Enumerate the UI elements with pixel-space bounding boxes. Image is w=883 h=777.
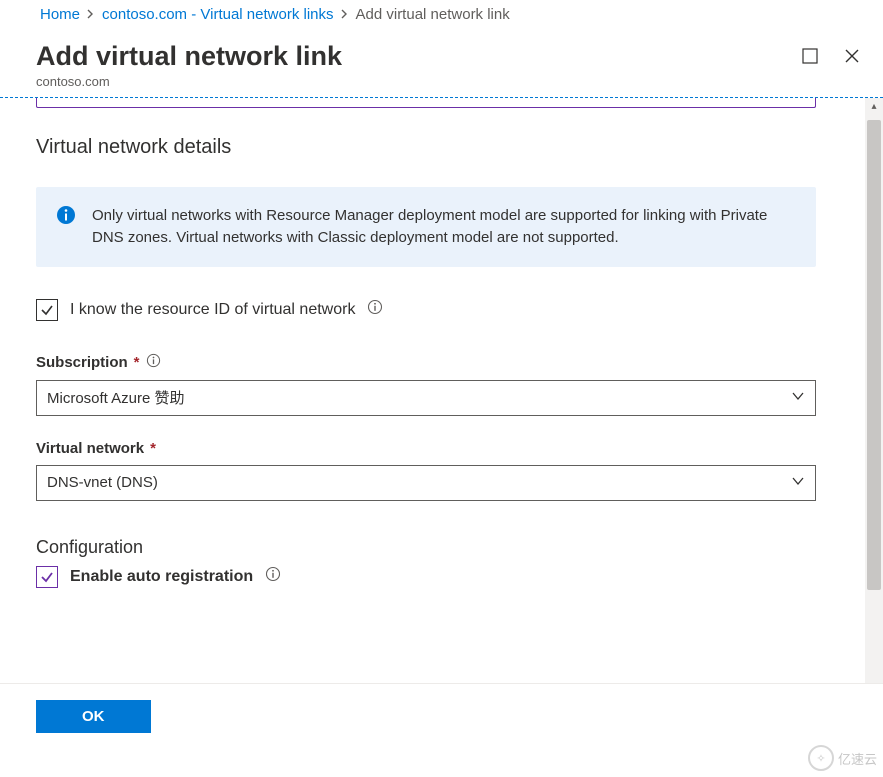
subscription-label: Subscription * [36,353,845,372]
close-icon [843,53,861,68]
breadcrumb-current: Add virtual network link [356,6,510,23]
help-icon[interactable] [146,353,161,372]
maximize-icon [801,53,819,68]
chevron-down-icon [791,389,805,407]
info-banner-text: Only virtual networks with Resource Mana… [92,207,767,246]
help-icon[interactable] [367,299,383,320]
page-subtitle: contoso.com [36,74,342,89]
maximize-button[interactable] [799,45,821,70]
chevron-down-icon [791,474,805,492]
scrollbar-thumb[interactable] [867,120,881,590]
virtual-network-select-value: DNS-vnet (DNS) [47,474,158,491]
scrollbar-vertical[interactable]: ▴ [865,98,883,683]
info-icon [56,205,76,232]
section-configuration: Configuration [36,537,845,558]
subscription-select-value: Microsoft Azure 赞助 [47,387,185,408]
breadcrumb-links-page[interactable]: contoso.com - Virtual network links [102,6,333,23]
info-banner: Only virtual networks with Resource Mana… [36,187,816,267]
section-vnet-details: Virtual network details [36,136,845,159]
required-asterisk: * [134,354,140,371]
ok-button[interactable]: OK [36,700,151,733]
required-asterisk: * [150,440,156,457]
subscription-select[interactable]: Microsoft Azure 赞助 [36,380,816,416]
close-button[interactable] [841,45,863,70]
watermark-icon: ✧ [808,745,834,771]
checkbox-enable-auto-registration-label: Enable auto registration [70,568,253,586]
previous-section-border [36,98,816,108]
checkbox-know-resource-id-label: I know the resource ID of virtual networ… [70,301,355,319]
checkbox-know-resource-id[interactable] [36,299,58,321]
virtual-network-select[interactable]: DNS-vnet (DNS) [36,465,816,501]
checkbox-enable-auto-registration[interactable] [36,566,58,588]
page-title: Add virtual network link [36,41,342,72]
breadcrumb-home[interactable]: Home [40,6,80,23]
scroll-up-icon: ▴ [871,98,876,116]
watermark: ✧ 亿速云 [808,745,877,771]
chevron-right-icon [86,6,96,23]
breadcrumb: Home contoso.com - Virtual network links… [0,0,883,33]
chevron-right-icon [340,6,350,23]
help-icon[interactable] [265,566,281,587]
virtual-network-label: Virtual network * [36,440,845,457]
